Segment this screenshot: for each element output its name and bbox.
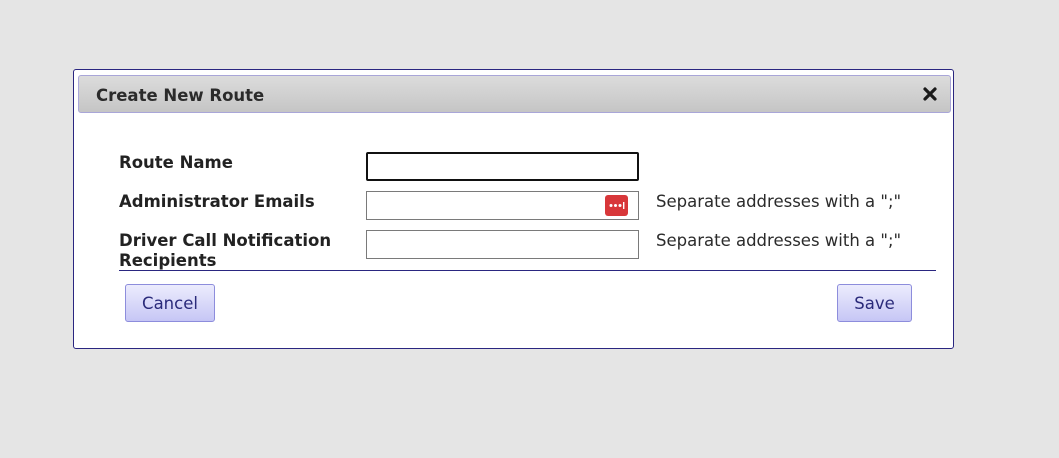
admin-emails-input[interactable] [366, 191, 639, 220]
route-name-label: Route Name [119, 153, 233, 172]
driver-call-label-line1: Driver Call Notification [119, 231, 332, 250]
password-manager-icon[interactable] [605, 195, 628, 216]
driver-call-input[interactable] [366, 230, 639, 259]
dialog-titlebar: Create New Route [78, 75, 951, 113]
driver-call-hint: Separate addresses with a ";" [656, 231, 902, 250]
driver-call-label: Driver Call Notification Recipients [119, 231, 359, 271]
cancel-button[interactable]: Cancel [125, 284, 215, 322]
create-route-dialog: Create New Route Route Name Administrato… [73, 69, 954, 349]
close-icon[interactable] [921, 85, 939, 103]
admin-emails-hint: Separate addresses with a ";" [656, 192, 902, 211]
dialog-title: Create New Route [96, 86, 265, 105]
driver-call-label-line2: Recipients [119, 251, 217, 270]
form-divider [119, 270, 936, 271]
admin-emails-label: Administrator Emails [119, 192, 315, 211]
save-button[interactable]: Save [837, 284, 912, 322]
route-name-input[interactable] [366, 152, 639, 181]
